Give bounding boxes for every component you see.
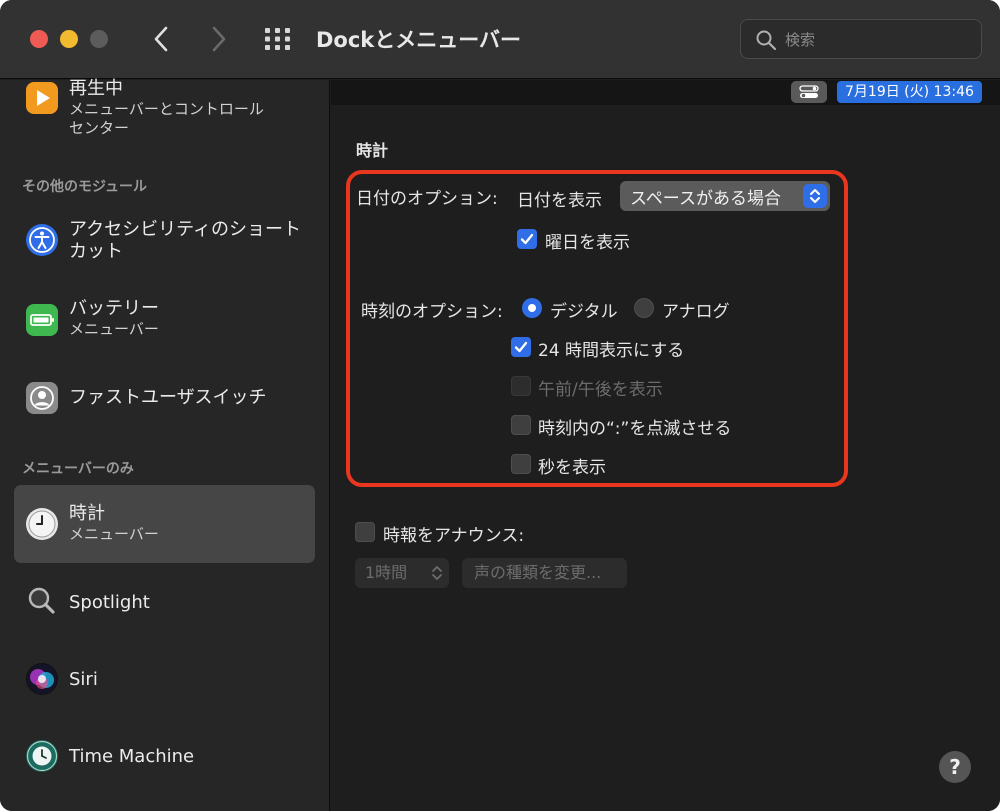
digital-radio[interactable]: [522, 298, 542, 318]
sidebar-item-label: Time Machine: [69, 746, 195, 767]
sidebar-item-spotlight[interactable]: Spotlight: [14, 583, 315, 627]
sidebar-item-label-2: カット: [69, 241, 123, 262]
section-title-clock: 時計: [356, 141, 389, 160]
window-title: Dockとメニューバー: [316, 28, 522, 52]
minimize-window-button[interactable]: [60, 30, 78, 48]
menubar-clock-preview: 7月19日 (火) 13:46: [837, 81, 982, 103]
flash-separators-label: 時刻内の“:”を点滅させる: [538, 419, 732, 439]
zoom-window-button[interactable]: [90, 30, 108, 48]
date-options-label: 日付のオプション:: [356, 189, 498, 209]
sidebar-section-menubar-only: メニューバーのみ: [22, 461, 134, 477]
forward-button[interactable]: [206, 22, 230, 56]
sidebar-item-label: ファストユーザスイッチ: [69, 387, 267, 408]
menubar-preview: 7月19日 (火) 13:46: [331, 80, 1000, 105]
show-date-popup[interactable]: スペースがある場合: [620, 181, 830, 211]
show-seconds-checkbox[interactable]: [511, 454, 531, 474]
spotlight-icon: [26, 585, 58, 617]
flash-separators-checkbox[interactable]: [511, 415, 531, 435]
sidebar-item-sub: メニューバー: [69, 525, 159, 543]
sidebar-item-battery-text: バッテリー メニューバー: [69, 298, 309, 339]
sidebar-item-spotlight-text: Spotlight: [69, 592, 309, 614]
system-preferences-window: Dockとメニューバー 再生中 メニューバーとコントロール センター その他のモ…: [0, 0, 1000, 811]
sidebar-item-siri-text: Siri: [69, 669, 309, 691]
updown-chevron-icon: [803, 184, 827, 208]
use-24h-checkbox[interactable]: [511, 337, 531, 357]
back-button[interactable]: [150, 22, 174, 56]
show-ampm-checkbox: [511, 376, 531, 396]
checkmark-icon: [520, 233, 534, 245]
use-24h-label: 24 時間表示にする: [538, 341, 685, 361]
control-center-icon: [791, 81, 827, 103]
announce-time-label: 時報をアナウンス:: [383, 526, 525, 546]
chevron-left-icon: [154, 26, 168, 52]
accessibility-icon: [26, 224, 58, 256]
search-input[interactable]: [785, 28, 965, 52]
updown-chevron-icon: [432, 566, 442, 580]
show-date-label: 日付を表示: [517, 191, 602, 211]
show-ampm-label: 午前/午後を表示: [538, 380, 663, 400]
time-machine-icon: [26, 740, 58, 772]
grid-icon: [265, 28, 290, 50]
sidebar-item-sub: メニューバーとコントロール: [69, 100, 264, 118]
sidebar-item-accessibility-text: アクセシビリティのショート カット: [69, 219, 309, 263]
sidebar-item-sub-2: センター: [69, 119, 130, 137]
show-weekday-label: 曜日を表示: [545, 233, 630, 253]
show-seconds-label: 秒を表示: [538, 458, 606, 478]
help-button[interactable]: ?: [939, 751, 971, 783]
show-date-value: スペースがある場合: [630, 189, 781, 209]
highlight-annotation-box: [346, 170, 848, 487]
title-bar: Dockとメニューバー: [0, 0, 1000, 79]
sidebar-item-clock[interactable]: 時計 メニューバー: [14, 485, 315, 563]
change-voice-button: 声の種類を変更...: [462, 558, 627, 588]
clock-settings-pane: 7月19日 (火) 13:46 時計 日付のオプション: 日付を表示 スペースが…: [331, 80, 1000, 811]
sidebar: 再生中 メニューバーとコントロール センター その他のモジュール アクセシビリテ…: [0, 78, 330, 811]
search-icon: [756, 30, 777, 51]
sidebar-item-fast-user-text: ファストユーザスイッチ: [69, 387, 309, 409]
clock-icon: [26, 508, 58, 540]
sidebar-item-clock-text: 時計 メニューバー: [69, 503, 309, 544]
sidebar-item-label: Spotlight: [69, 592, 150, 613]
sidebar-item-sub: メニューバー: [69, 320, 159, 338]
digital-label: デジタル: [550, 302, 618, 322]
time-options-label: 時刻のオプション:: [361, 302, 503, 322]
sidebar-item-time-machine-text: Time Machine: [69, 746, 309, 768]
play-icon: [26, 82, 58, 114]
announce-time-checkbox[interactable]: [355, 522, 375, 542]
sidebar-item-accessibility-shortcut[interactable]: アクセシビリティのショート カット: [14, 216, 315, 272]
sidebar-item-siri[interactable]: Siri: [14, 660, 315, 704]
show-weekday-checkbox[interactable]: [517, 229, 537, 249]
search-field[interactable]: [740, 19, 982, 59]
sidebar-item-label: 時計: [69, 503, 105, 524]
sidebar-item-label: アクセシビリティのショート: [69, 219, 302, 240]
show-all-button[interactable]: [264, 27, 292, 51]
close-window-button[interactable]: [30, 30, 48, 48]
announce-interval-value: 1時間: [365, 563, 408, 582]
sidebar-section-other-modules: その他のモジュール: [22, 179, 148, 195]
sidebar-item-battery[interactable]: バッテリー メニューバー: [14, 292, 315, 348]
checkmark-icon: [514, 341, 528, 353]
announce-interval-popup: 1時間: [355, 558, 449, 588]
user-icon: [26, 382, 58, 414]
analog-label: アナログ: [662, 302, 730, 322]
sidebar-item-now-playing-text: 再生中 メニューバーとコントロール センター: [69, 78, 309, 138]
analog-radio[interactable]: [634, 298, 654, 318]
siri-icon: [26, 663, 58, 695]
battery-icon: [26, 304, 58, 336]
sidebar-item-now-playing[interactable]: 再生中 メニューバーとコントロール センター: [14, 78, 315, 142]
sidebar-item-label: 再生中: [69, 78, 123, 99]
sidebar-item-label: Siri: [69, 669, 98, 690]
sidebar-item-time-machine[interactable]: Time Machine: [14, 737, 315, 781]
sidebar-item-fast-user-switching[interactable]: ファストユーザスイッチ: [14, 378, 315, 422]
sidebar-item-label: バッテリー: [69, 298, 159, 319]
chevron-right-icon: [212, 26, 226, 52]
